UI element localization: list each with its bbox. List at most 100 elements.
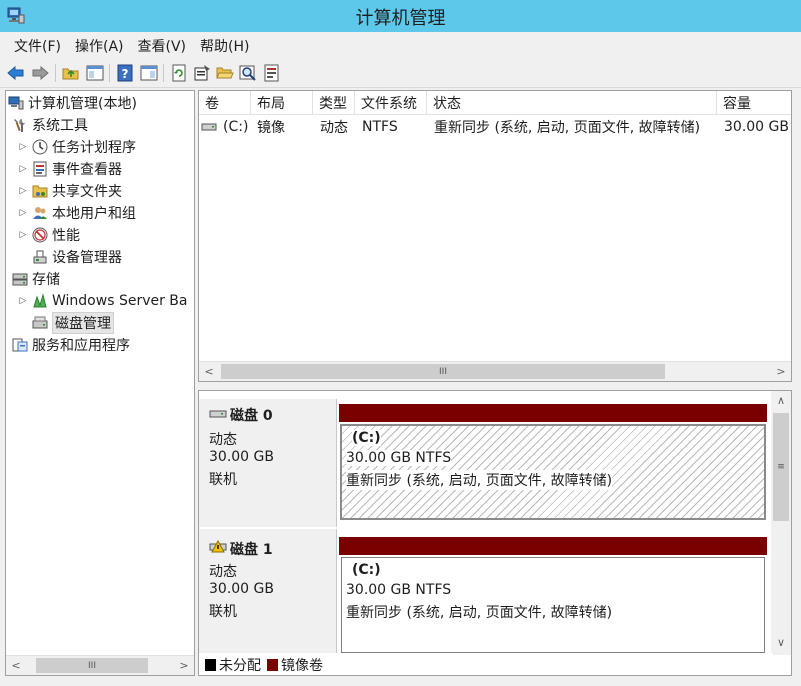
navigation-tree[interactable]: 计算机管理(本地) 系统工具 ▷ 任务计划程序 ▷ 事件查看器 ▷ 共享文件夹 … (5, 90, 195, 676)
tree-item-event-viewer[interactable]: ▷ 事件查看器 (18, 158, 122, 180)
scroll-thumb[interactable]: III (36, 658, 148, 673)
toolbar-separator (109, 64, 110, 82)
scroll-left-arrow[interactable]: < (199, 362, 219, 381)
disk-management-icon (32, 315, 48, 331)
disk-1-info[interactable]: 磁盘 1 动态 30.00 GB 联机 (199, 529, 337, 653)
computer-management-icon (8, 95, 24, 111)
disk-0-name: 磁盘 0 (209, 405, 273, 425)
disk-0-volume-c[interactable]: (C:) 30.00 GB NTFS 重新同步 (系统, 启动, 页面文件, 故… (340, 424, 766, 520)
expand-arrow-icon[interactable]: ▷ (18, 142, 28, 152)
tree-item-windows-server-backup[interactable]: ▷ Windows Server Ba (18, 290, 188, 312)
tree-item-label: 设备管理器 (52, 250, 122, 266)
scroll-down-arrow[interactable]: ∨ (771, 633, 791, 652)
performance-icon (32, 227, 48, 243)
disk-1-status: 联机 (209, 604, 237, 620)
menu-bar: 文件(F) 操作(A) 查看(V) 帮助(H) (0, 32, 801, 60)
disk-graphical-view[interactable]: 磁盘 0 动态 30.00 GB 联机 (C:) 30.00 GB NTFS 重… (198, 390, 792, 676)
toolbar: ? (0, 60, 801, 88)
tree-item-label: 性能 (52, 228, 80, 244)
disk-1-label: 磁盘 1 (230, 542, 273, 558)
volume-list[interactable]: 卷 布局 类型 文件系统 状态 容量 (C:) 镜像 动态 NTFS 重新同步 … (198, 90, 792, 382)
list-horizontal-scrollbar[interactable]: < III > (199, 361, 791, 381)
column-header-volume[interactable]: 卷 (199, 91, 251, 115)
graph-vertical-scrollbar[interactable]: ∧ ≡ ∨ (771, 391, 791, 655)
legend: 未分配 镜像卷 (199, 653, 773, 675)
tree-item-storage[interactable]: 存储 (12, 268, 60, 290)
cell-layout: 镜像 (257, 120, 285, 136)
backup-icon (32, 293, 48, 309)
legend-swatch-mirrored (267, 659, 278, 671)
expand-arrow-icon[interactable]: ▷ (18, 208, 28, 218)
title-bar: 计算机管理 (0, 0, 801, 32)
tree-item-label: 磁盘管理 (52, 312, 114, 334)
device-manager-icon (32, 249, 48, 265)
scroll-up-arrow[interactable]: ∧ (771, 391, 791, 410)
legend-label-unallocated: 未分配 (219, 658, 261, 674)
cell-status: 重新同步 (系统, 启动, 页面文件, 故障转储) (434, 120, 701, 136)
column-header-filesystem[interactable]: 文件系统 (355, 91, 427, 115)
disk-1-name: 磁盘 1 (209, 539, 273, 559)
tree-item-system-tools[interactable]: 系统工具 (12, 114, 88, 136)
cell-type: 动态 (320, 120, 348, 136)
menu-help[interactable]: 帮助(H) (195, 36, 254, 56)
disk-icon (209, 407, 227, 423)
disk-1-volume-c[interactable]: (C:) 30.00 GB NTFS 重新同步 (系统, 启动, 页面文件, 故… (341, 557, 765, 653)
tree-item-label: 计算机管理(本地) (28, 96, 137, 112)
scroll-right-arrow[interactable]: > (771, 362, 791, 381)
tree-item-disk-management[interactable]: 磁盘管理 (32, 312, 114, 334)
properties-icon[interactable] (192, 63, 212, 83)
expand-arrow-icon[interactable]: ▷ (18, 186, 28, 196)
disk-0-volume-size: 30.00 GB NTFS (346, 450, 452, 466)
search-icon[interactable] (238, 63, 258, 83)
forward-icon[interactable] (30, 63, 50, 83)
disk-0-label: 磁盘 0 (230, 408, 273, 424)
menu-action[interactable]: 操作(A) (70, 36, 129, 56)
disk-0-size: 30.00 GB (209, 449, 274, 465)
expand-arrow-icon[interactable]: ▷ (18, 296, 28, 306)
scroll-left-arrow[interactable]: < (6, 656, 26, 675)
column-header-type[interactable]: 类型 (313, 91, 355, 115)
disk-1-volume-bar (339, 537, 767, 555)
tree-item-label: 存储 (32, 272, 60, 288)
legend-swatch-unallocated (205, 659, 216, 671)
expand-arrow-icon[interactable]: ▷ (18, 164, 28, 174)
scroll-thumb-vertical[interactable]: ≡ (773, 413, 789, 521)
tree-item-computer-management[interactable]: 计算机管理(本地) (8, 92, 137, 114)
tree-item-label: 任务计划程序 (52, 140, 136, 156)
refresh-icon[interactable] (169, 63, 189, 83)
show-tree-icon[interactable] (85, 63, 105, 83)
expand-arrow-icon[interactable]: ▷ (18, 230, 28, 240)
clock-icon (32, 139, 48, 155)
tree-item-task-scheduler[interactable]: ▷ 任务计划程序 (18, 136, 136, 158)
cell-volume: (C:) (223, 119, 249, 135)
column-header-capacity[interactable]: 容量 (717, 91, 791, 115)
legend-label-mirrored: 镜像卷 (281, 658, 323, 674)
disk-1-type: 动态 (209, 564, 237, 580)
disk-1-volume-state: 重新同步 (系统, 启动, 页面文件, 故障转储) (346, 605, 613, 621)
up-folder-icon[interactable] (61, 63, 81, 83)
tree-horizontal-scrollbar[interactable]: < III > (6, 655, 194, 675)
tree-item-performance[interactable]: ▷ 性能 (18, 224, 80, 246)
back-icon[interactable] (6, 63, 26, 83)
column-header-status[interactable]: 状态 (427, 91, 717, 115)
tree-item-label: 事件查看器 (52, 162, 122, 178)
open-folder-icon[interactable] (215, 63, 235, 83)
settings-icon[interactable] (262, 63, 282, 83)
volume-icon (201, 117, 217, 137)
tree-item-label: Windows Server Ba (52, 293, 188, 309)
menu-file[interactable]: 文件(F) (9, 36, 66, 56)
tree-item-services-apps[interactable]: 服务和应用程序 (12, 334, 130, 356)
disk-1-volume-size: 30.00 GB NTFS (346, 582, 452, 598)
action-pane-icon[interactable] (139, 63, 159, 83)
scroll-thumb[interactable]: III (221, 364, 665, 379)
column-header-layout[interactable]: 布局 (251, 91, 313, 115)
tree-item-label: 系统工具 (32, 118, 88, 134)
tree-item-device-manager[interactable]: 设备管理器 (32, 246, 122, 268)
help-icon[interactable]: ? (115, 63, 135, 83)
tree-item-shared-folders[interactable]: ▷ 共享文件夹 (18, 180, 122, 202)
event-log-icon (32, 161, 48, 177)
menu-view[interactable]: 查看(V) (133, 36, 192, 56)
tree-item-local-users[interactable]: ▷ 本地用户和组 (18, 202, 136, 224)
disk-0-info[interactable]: 磁盘 0 动态 30.00 GB 联机 (199, 399, 337, 527)
scroll-right-arrow[interactable]: > (174, 656, 194, 675)
